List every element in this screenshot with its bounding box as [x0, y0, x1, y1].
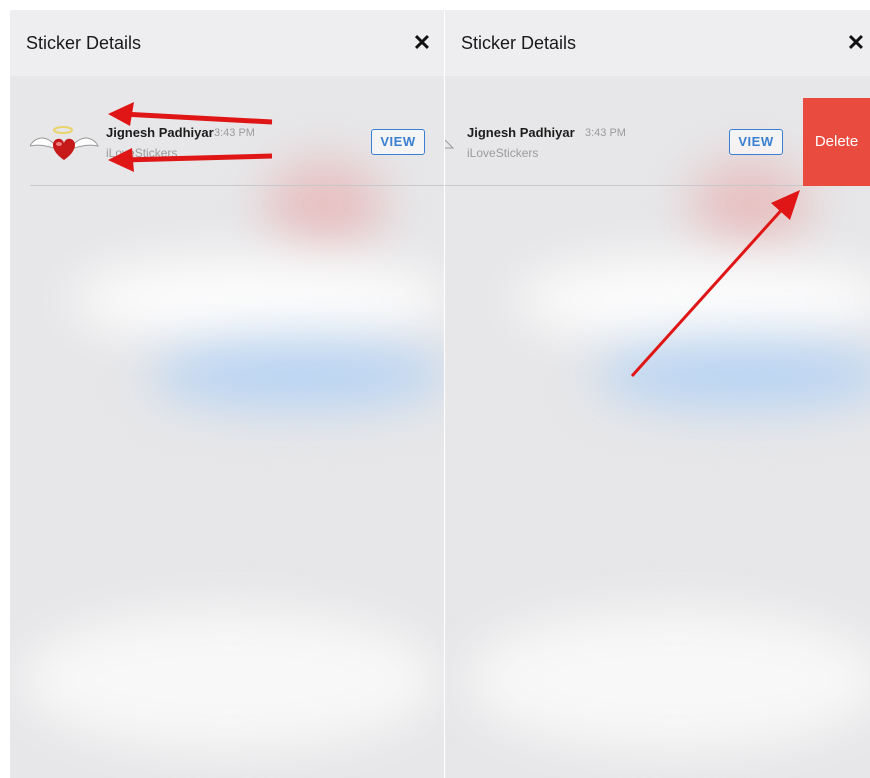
row-divider: [445, 185, 803, 186]
delete-button[interactable]: Delete: [803, 98, 870, 186]
panel-header: Sticker Details ✕: [445, 10, 870, 76]
sticker-details-panel-before: Sticker Details ✕ Jignesh Padhiyar 3:43 …: [10, 10, 444, 778]
winged-heart-sticker-icon: [30, 126, 99, 160]
sticker-time: 3:43 PM: [585, 127, 626, 139]
sticker-sender-name: Jignesh Padhiyar: [467, 125, 575, 140]
sticker-time: 3:43 PM: [214, 127, 255, 139]
sticker-pack-name: iLoveStickers: [106, 146, 178, 160]
row-divider: [30, 185, 444, 186]
sticker-edge-icon: [445, 140, 455, 149]
view-button[interactable]: VIEW: [729, 129, 783, 155]
panel-header: Sticker Details ✕: [10, 10, 444, 76]
page-title: Sticker Details: [26, 33, 142, 53]
page-title: Sticker Details: [461, 33, 577, 53]
close-icon[interactable]: ✕: [410, 30, 434, 56]
sticker-row[interactable]: Jignesh Padhiyar 3:43 PM iLoveStickers V…: [10, 98, 444, 186]
close-icon[interactable]: ✕: [844, 30, 868, 56]
view-button[interactable]: VIEW: [371, 129, 425, 155]
sticker-pack-name: iLoveStickers: [467, 146, 539, 160]
sticker-sender-name: Jignesh Padhiyar: [106, 125, 214, 140]
sticker-details-panel-swiped: Sticker Details ✕ Jignesh Padhiyar 3:43 …: [445, 10, 870, 778]
